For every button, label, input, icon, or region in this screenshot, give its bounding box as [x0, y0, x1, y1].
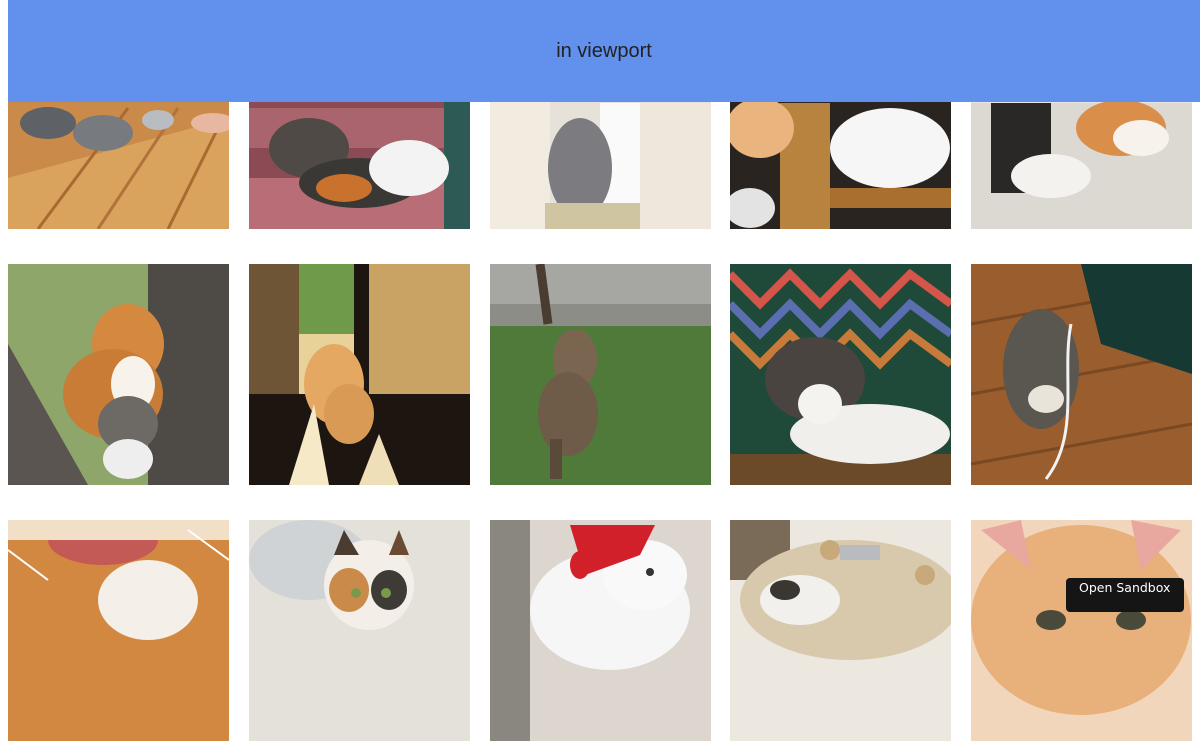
cat-photo[interactable] — [730, 264, 951, 485]
calico-cat-image — [249, 520, 470, 741]
viewport-banner: in viewport — [8, 0, 1200, 102]
kitten-face-image — [971, 520, 1192, 741]
cat-walking-on-grass-image — [490, 264, 711, 485]
banner-text: in viewport — [556, 39, 652, 62]
cat-photo[interactable] — [8, 520, 229, 741]
cat-photo[interactable] — [490, 264, 711, 485]
cat-lying-on-rug-image — [730, 264, 951, 485]
cat-on-wood-floor-image — [971, 264, 1192, 485]
cat-in-sink-image — [730, 520, 951, 741]
cat-photo[interactable] — [490, 520, 711, 741]
cat-in-santa-hat-image — [490, 520, 711, 741]
cats-in-doorway-image — [249, 264, 470, 485]
cat-photo[interactable] — [8, 264, 229, 485]
cat-photo[interactable] — [730, 520, 951, 741]
cat-photo[interactable] — [249, 264, 470, 485]
open-sandbox-button[interactable]: Open Sandbox — [1066, 578, 1184, 612]
cat-photo[interactable] — [971, 520, 1192, 741]
cat-photo[interactable] — [971, 264, 1192, 485]
kittens-in-tree-image — [8, 264, 229, 485]
cat-photo[interactable] — [249, 520, 470, 741]
cat-licking-paw-image — [8, 520, 229, 741]
